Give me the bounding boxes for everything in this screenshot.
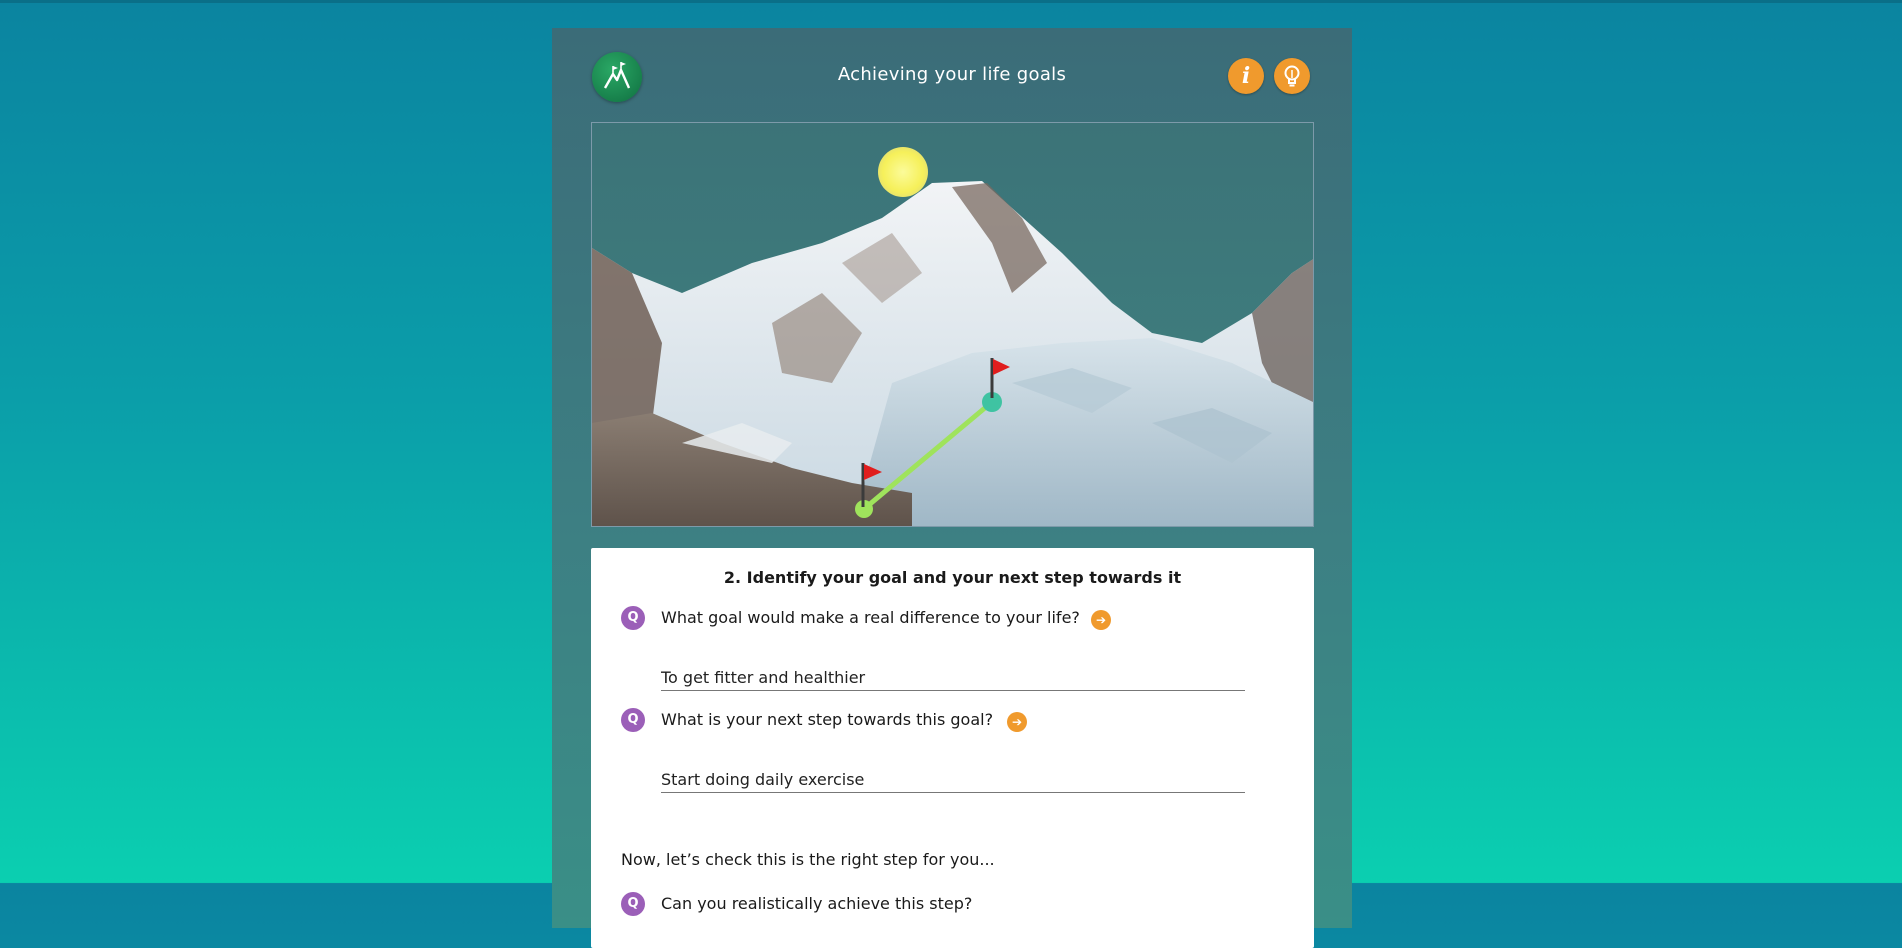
question-row: Q What goal would make a real difference… — [621, 604, 1281, 632]
top-edge-line — [0, 0, 1902, 3]
lightbulb-icon — [1284, 65, 1300, 87]
question-row: Q What is your next step towards this go… — [621, 706, 1281, 734]
goal-answer-input[interactable] — [661, 664, 1245, 691]
mountain-illustration — [592, 123, 1313, 526]
info-icon: i — [1241, 63, 1251, 89]
activity-panel: Achieving your life goals i 2. Identify … — [552, 28, 1352, 948]
question-badge: Q — [621, 606, 645, 630]
sun-icon — [878, 147, 928, 197]
section-title: 2. Identify your goal and your next step… — [723, 568, 1182, 587]
question-row: Q Can you realistically achieve this ste… — [621, 890, 1281, 918]
next-step-answer-input[interactable] — [661, 766, 1245, 793]
question-text: What is your next step towards this goal… — [661, 710, 994, 729]
question-badge: Q — [621, 892, 645, 916]
arrow-right-icon: ➔ — [1011, 715, 1023, 729]
info-button[interactable]: i — [1228, 58, 1264, 94]
next-arrow-button[interactable]: ➔ — [1091, 610, 1111, 630]
tip-button[interactable] — [1274, 58, 1310, 94]
question-badge: Q — [621, 708, 645, 732]
next-arrow-button[interactable]: ➔ — [1007, 712, 1027, 732]
question-card: 2. Identify your goal and your next step… — [591, 548, 1314, 948]
arrow-right-icon: ➔ — [1095, 613, 1107, 627]
question-text: Can you realistically achieve this step? — [661, 894, 973, 913]
question-text: What goal would make a real difference t… — [661, 608, 1080, 627]
goal-mountain-scene — [591, 122, 1314, 527]
check-prompt: Now, let’s check this is the right step … — [621, 850, 995, 869]
